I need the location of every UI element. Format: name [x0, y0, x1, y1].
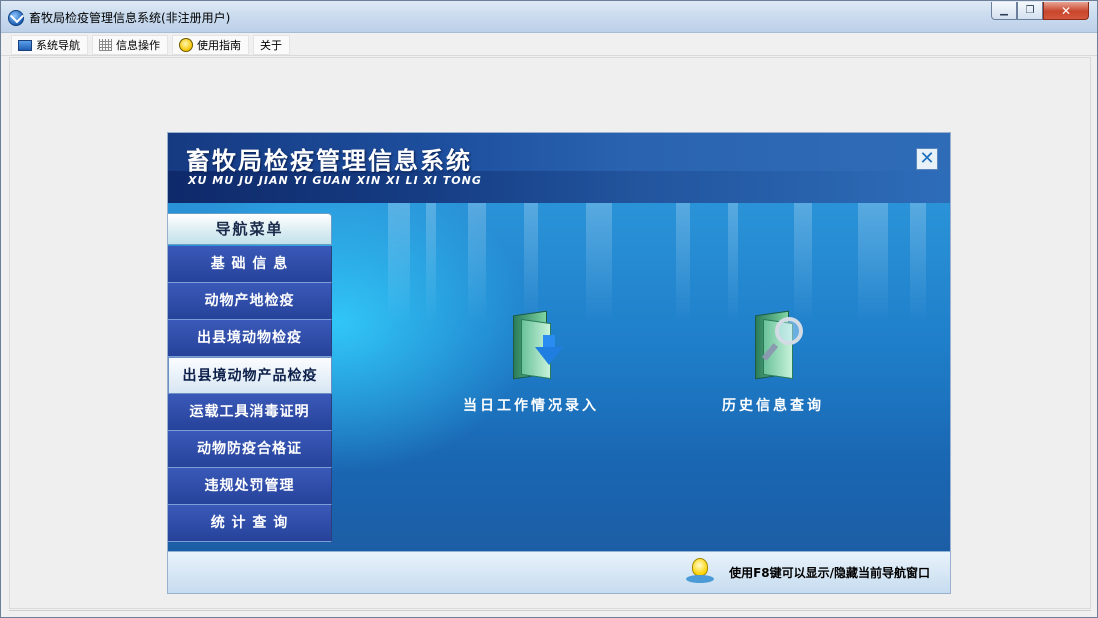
panel-close-button[interactable]: ✕ [916, 148, 938, 170]
app-logo-icon [8, 10, 24, 26]
nav-item-origin-quarantine[interactable]: 动物产地检疫 [168, 283, 332, 320]
close-button[interactable]: ✕ [1043, 2, 1089, 20]
decor-stripe [468, 203, 486, 323]
decor-stripe [794, 203, 812, 323]
menu-user-guide-label: 使用指南 [197, 39, 241, 52]
folder-search-icon [741, 310, 805, 383]
restore-icon: ❐ [1025, 5, 1035, 16]
menu-system-nav[interactable]: 系统导航 [11, 35, 88, 55]
menu-user-guide[interactable]: 使用指南 [172, 35, 249, 55]
decor-stripe [426, 203, 436, 323]
nav-item-vehicle-disinfection[interactable]: 运载工具消毒证明 [168, 394, 332, 431]
nav-item-product-export-quarantine[interactable]: 出县境动物产品检疫 [168, 357, 332, 394]
menu-system-nav-label: 系统导航 [36, 39, 80, 52]
decor-stripe [910, 203, 926, 323]
panel-footer: 使用F8键可以显示/隐藏当前导航窗口 [168, 551, 950, 593]
restore-button[interactable]: ❐ [1017, 2, 1043, 20]
window-controls: ▁ ❐ ✕ [991, 2, 1089, 20]
lightbulb-icon [686, 558, 714, 583]
close-icon: ✕ [1060, 3, 1072, 18]
menu-info-ops[interactable]: 信息操作 [92, 35, 168, 55]
nav-item-epidemic-certificate[interactable]: 动物防疫合格证 [168, 431, 332, 468]
footer-tip: 使用F8键可以显示/隐藏当前导航窗口 [729, 566, 930, 580]
minimize-button[interactable]: ▁ [991, 2, 1017, 20]
panel-title: 畜牧局检疫管理信息系统 [186, 147, 472, 175]
folder-download-icon [499, 310, 563, 383]
nav-item-animal-export-quarantine[interactable]: 出县境动物检疫 [168, 320, 332, 357]
panel-header: 畜牧局检疫管理信息系统 XU MU JU JIAN YI GUAN XIN XI… [168, 133, 950, 203]
window-title: 畜牧局检疫管理信息系统(非注册用户) [29, 11, 231, 25]
decor-stripe [586, 203, 612, 323]
nav-item-violation-penalty[interactable]: 违规处罚管理 [168, 468, 332, 505]
navigation-panel: 畜牧局检疫管理信息系统 XU MU JU JIAN YI GUAN XIN XI… [167, 132, 951, 594]
monitor-icon [18, 39, 32, 51]
menu-info-ops-label: 信息操作 [116, 39, 160, 52]
status-bar [9, 610, 1091, 616]
daily-entry-label: 当日工作情况录入 [463, 398, 599, 414]
minimize-icon: ▁ [1000, 5, 1008, 16]
nav-item-statistics[interactable]: 统 计 查 询 [168, 505, 332, 542]
decor-stripe [676, 203, 690, 323]
nav-menu: 基 础 信 息 动物产地检疫 出县境动物检疫 出县境动物产品检疫 运载工具消毒证… [168, 246, 332, 542]
nav-item-basic-info[interactable]: 基 础 信 息 [168, 246, 332, 283]
menu-about-label: 关于 [260, 39, 282, 52]
daily-entry-button[interactable]: 当日工作情况录入 [446, 310, 616, 415]
decor-stripe [858, 203, 888, 323]
close-icon: ✕ [919, 148, 935, 169]
panel-subtitle: XU MU JU JIAN YI GUAN XIN XI LI XI TONG [188, 174, 482, 187]
history-query-button[interactable]: 历史信息查询 [698, 310, 848, 415]
grid-icon [99, 39, 112, 51]
decor-stripe [388, 203, 410, 323]
decor-stripe [524, 203, 538, 323]
history-query-label: 历史信息查询 [722, 398, 824, 414]
lightbulb-icon [179, 38, 193, 52]
decor-stripe [728, 203, 738, 323]
title-bar[interactable]: 畜牧局检疫管理信息系统(非注册用户) ▁ ❐ ✕ [1, 1, 1097, 33]
nav-menu-title: 导航菜单 [168, 213, 332, 245]
menu-bar: 系统导航 信息操作 使用指南 关于 [1, 34, 1097, 56]
menu-about[interactable]: 关于 [253, 35, 290, 55]
